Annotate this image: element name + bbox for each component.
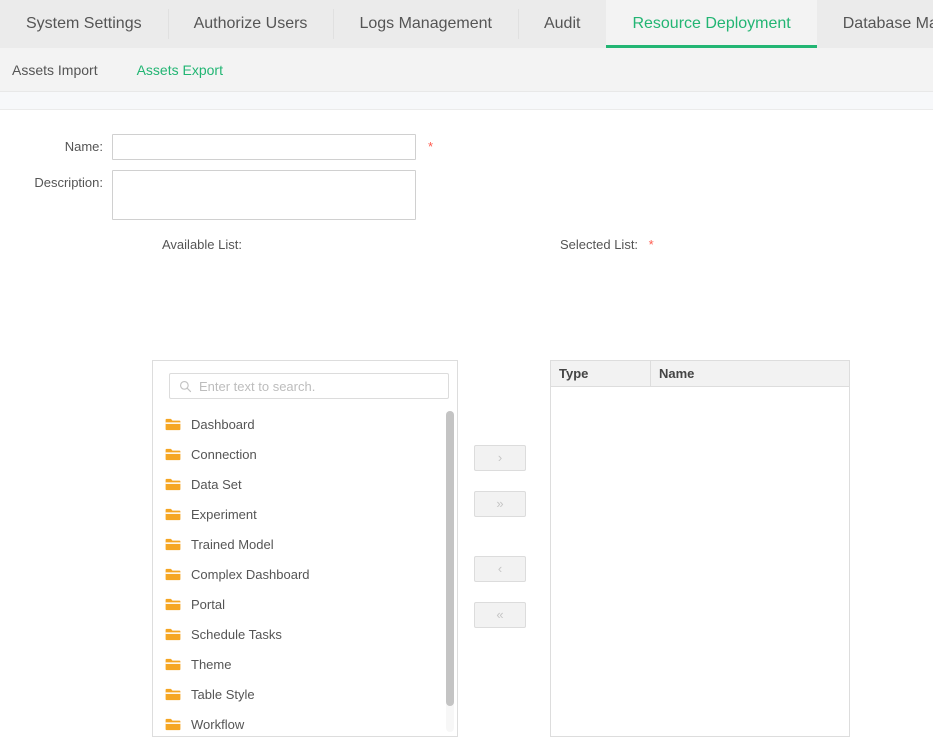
move-left-button[interactable]: ‹ <box>474 556 526 582</box>
list-item[interactable]: Trained Model <box>153 529 457 559</box>
list-item[interactable]: Workflow <box>153 709 457 736</box>
description-input[interactable] <box>112 170 416 220</box>
description-field-row: Description: <box>0 170 416 220</box>
tab-resource-deployment[interactable]: Resource Deployment <box>606 0 818 48</box>
folder-icon <box>165 418 181 430</box>
list-item-label: Experiment <box>191 506 257 522</box>
folder-icon <box>165 538 181 550</box>
folder-icon <box>165 688 181 700</box>
tab-label: Logs Management <box>359 15 492 32</box>
list-item[interactable]: Portal <box>153 589 457 619</box>
folder-icon <box>165 508 181 520</box>
tab-system-settings[interactable]: System Settings <box>0 0 168 48</box>
list-item-label: Table Style <box>191 686 255 702</box>
name-label: Name: <box>64 139 103 154</box>
assets-export-form: Name: * Description: Available List: Sel… <box>0 110 933 737</box>
available-list-caption: Available List: <box>162 237 242 252</box>
selected-list-panel: Type Name <box>550 360 850 737</box>
list-item[interactable]: Dashboard <box>153 409 457 439</box>
list-item[interactable]: Schedule Tasks <box>153 619 457 649</box>
name-required-asterisk: * <box>428 139 434 154</box>
folder-icon <box>165 448 181 460</box>
move-all-left-button[interactable]: « <box>474 602 526 628</box>
toolbar-strip <box>0 92 933 110</box>
column-header-name[interactable]: Name <box>651 361 849 386</box>
folder-icon <box>165 628 181 640</box>
list-item-label: Portal <box>191 596 225 612</box>
tab-logs-management[interactable]: Logs Management <box>333 0 518 48</box>
list-item-label: Dashboard <box>191 416 255 432</box>
folder-icon <box>165 718 181 730</box>
list-item-label: Data Set <box>191 476 242 492</box>
search-icon <box>179 380 192 392</box>
tab-authorize-users[interactable]: Authorize Users <box>167 0 334 48</box>
available-search-input[interactable] <box>199 374 448 398</box>
tab-database-management[interactable]: Database Management <box>817 0 933 48</box>
folder-icon <box>165 478 181 490</box>
list-item-label: Connection <box>191 446 257 462</box>
tab-label: Database Management <box>842 15 933 32</box>
list-item-label: Theme <box>191 656 232 672</box>
available-list-label: Available List: <box>162 237 242 252</box>
list-item-label: Schedule Tasks <box>191 626 282 642</box>
move-right-button[interactable]: › <box>474 445 526 471</box>
tab-label: Audit <box>543 15 581 32</box>
available-list-items[interactable]: Dashboard Connection Data Set Experiment… <box>153 409 457 736</box>
list-item-label: Complex Dashboard <box>191 566 310 582</box>
list-item[interactable]: Theme <box>153 649 457 679</box>
move-right-icon: › <box>497 450 503 465</box>
list-item-label: Workflow <box>191 716 245 732</box>
selected-list-caption: Selected List: * <box>560 237 654 252</box>
list-item[interactable]: Table Style <box>153 679 457 709</box>
tab-audit[interactable]: Audit <box>517 0 606 48</box>
selected-list-required-asterisk: * <box>648 237 654 252</box>
selected-list-label: Selected List: <box>560 237 639 252</box>
sub-nav-bar: Assets Import Assets Export <box>0 48 933 92</box>
folder-icon <box>165 598 181 610</box>
scrollbar-thumb[interactable] <box>446 411 454 706</box>
list-item[interactable]: Complex Dashboard <box>153 559 457 589</box>
subtab-assets-import[interactable]: Assets Import <box>12 62 98 78</box>
column-header-type[interactable]: Type <box>551 361 651 386</box>
main-tab-bar: System Settings Authorize Users Logs Man… <box>0 0 933 48</box>
available-list-panel: Dashboard Connection Data Set <box>152 360 458 737</box>
folder-icon <box>165 658 181 670</box>
folder-icon <box>165 568 181 580</box>
available-search-box[interactable] <box>169 373 449 399</box>
list-item[interactable]: Data Set <box>153 469 457 499</box>
selected-list-header-row: Type Name <box>551 361 849 387</box>
subtab-assets-export[interactable]: Assets Export <box>137 62 223 78</box>
list-item[interactable]: Connection <box>153 439 457 469</box>
available-list-scrollbar[interactable] <box>446 411 454 732</box>
list-item[interactable]: Experiment <box>153 499 457 529</box>
name-input[interactable] <box>112 134 416 160</box>
selected-list-body[interactable] <box>551 387 849 736</box>
move-all-right-button[interactable]: » <box>474 491 526 517</box>
move-all-left-icon: « <box>496 607 504 622</box>
move-left-icon: ‹ <box>497 561 503 576</box>
name-field-row: Name: * <box>0 134 433 160</box>
list-item-label: Trained Model <box>191 536 274 552</box>
tab-label: System Settings <box>26 15 142 32</box>
tab-label: Authorize Users <box>193 15 308 32</box>
move-all-right-icon: » <box>496 496 504 511</box>
tab-label: Resource Deployment <box>632 15 791 32</box>
description-label: Description: <box>34 175 103 190</box>
